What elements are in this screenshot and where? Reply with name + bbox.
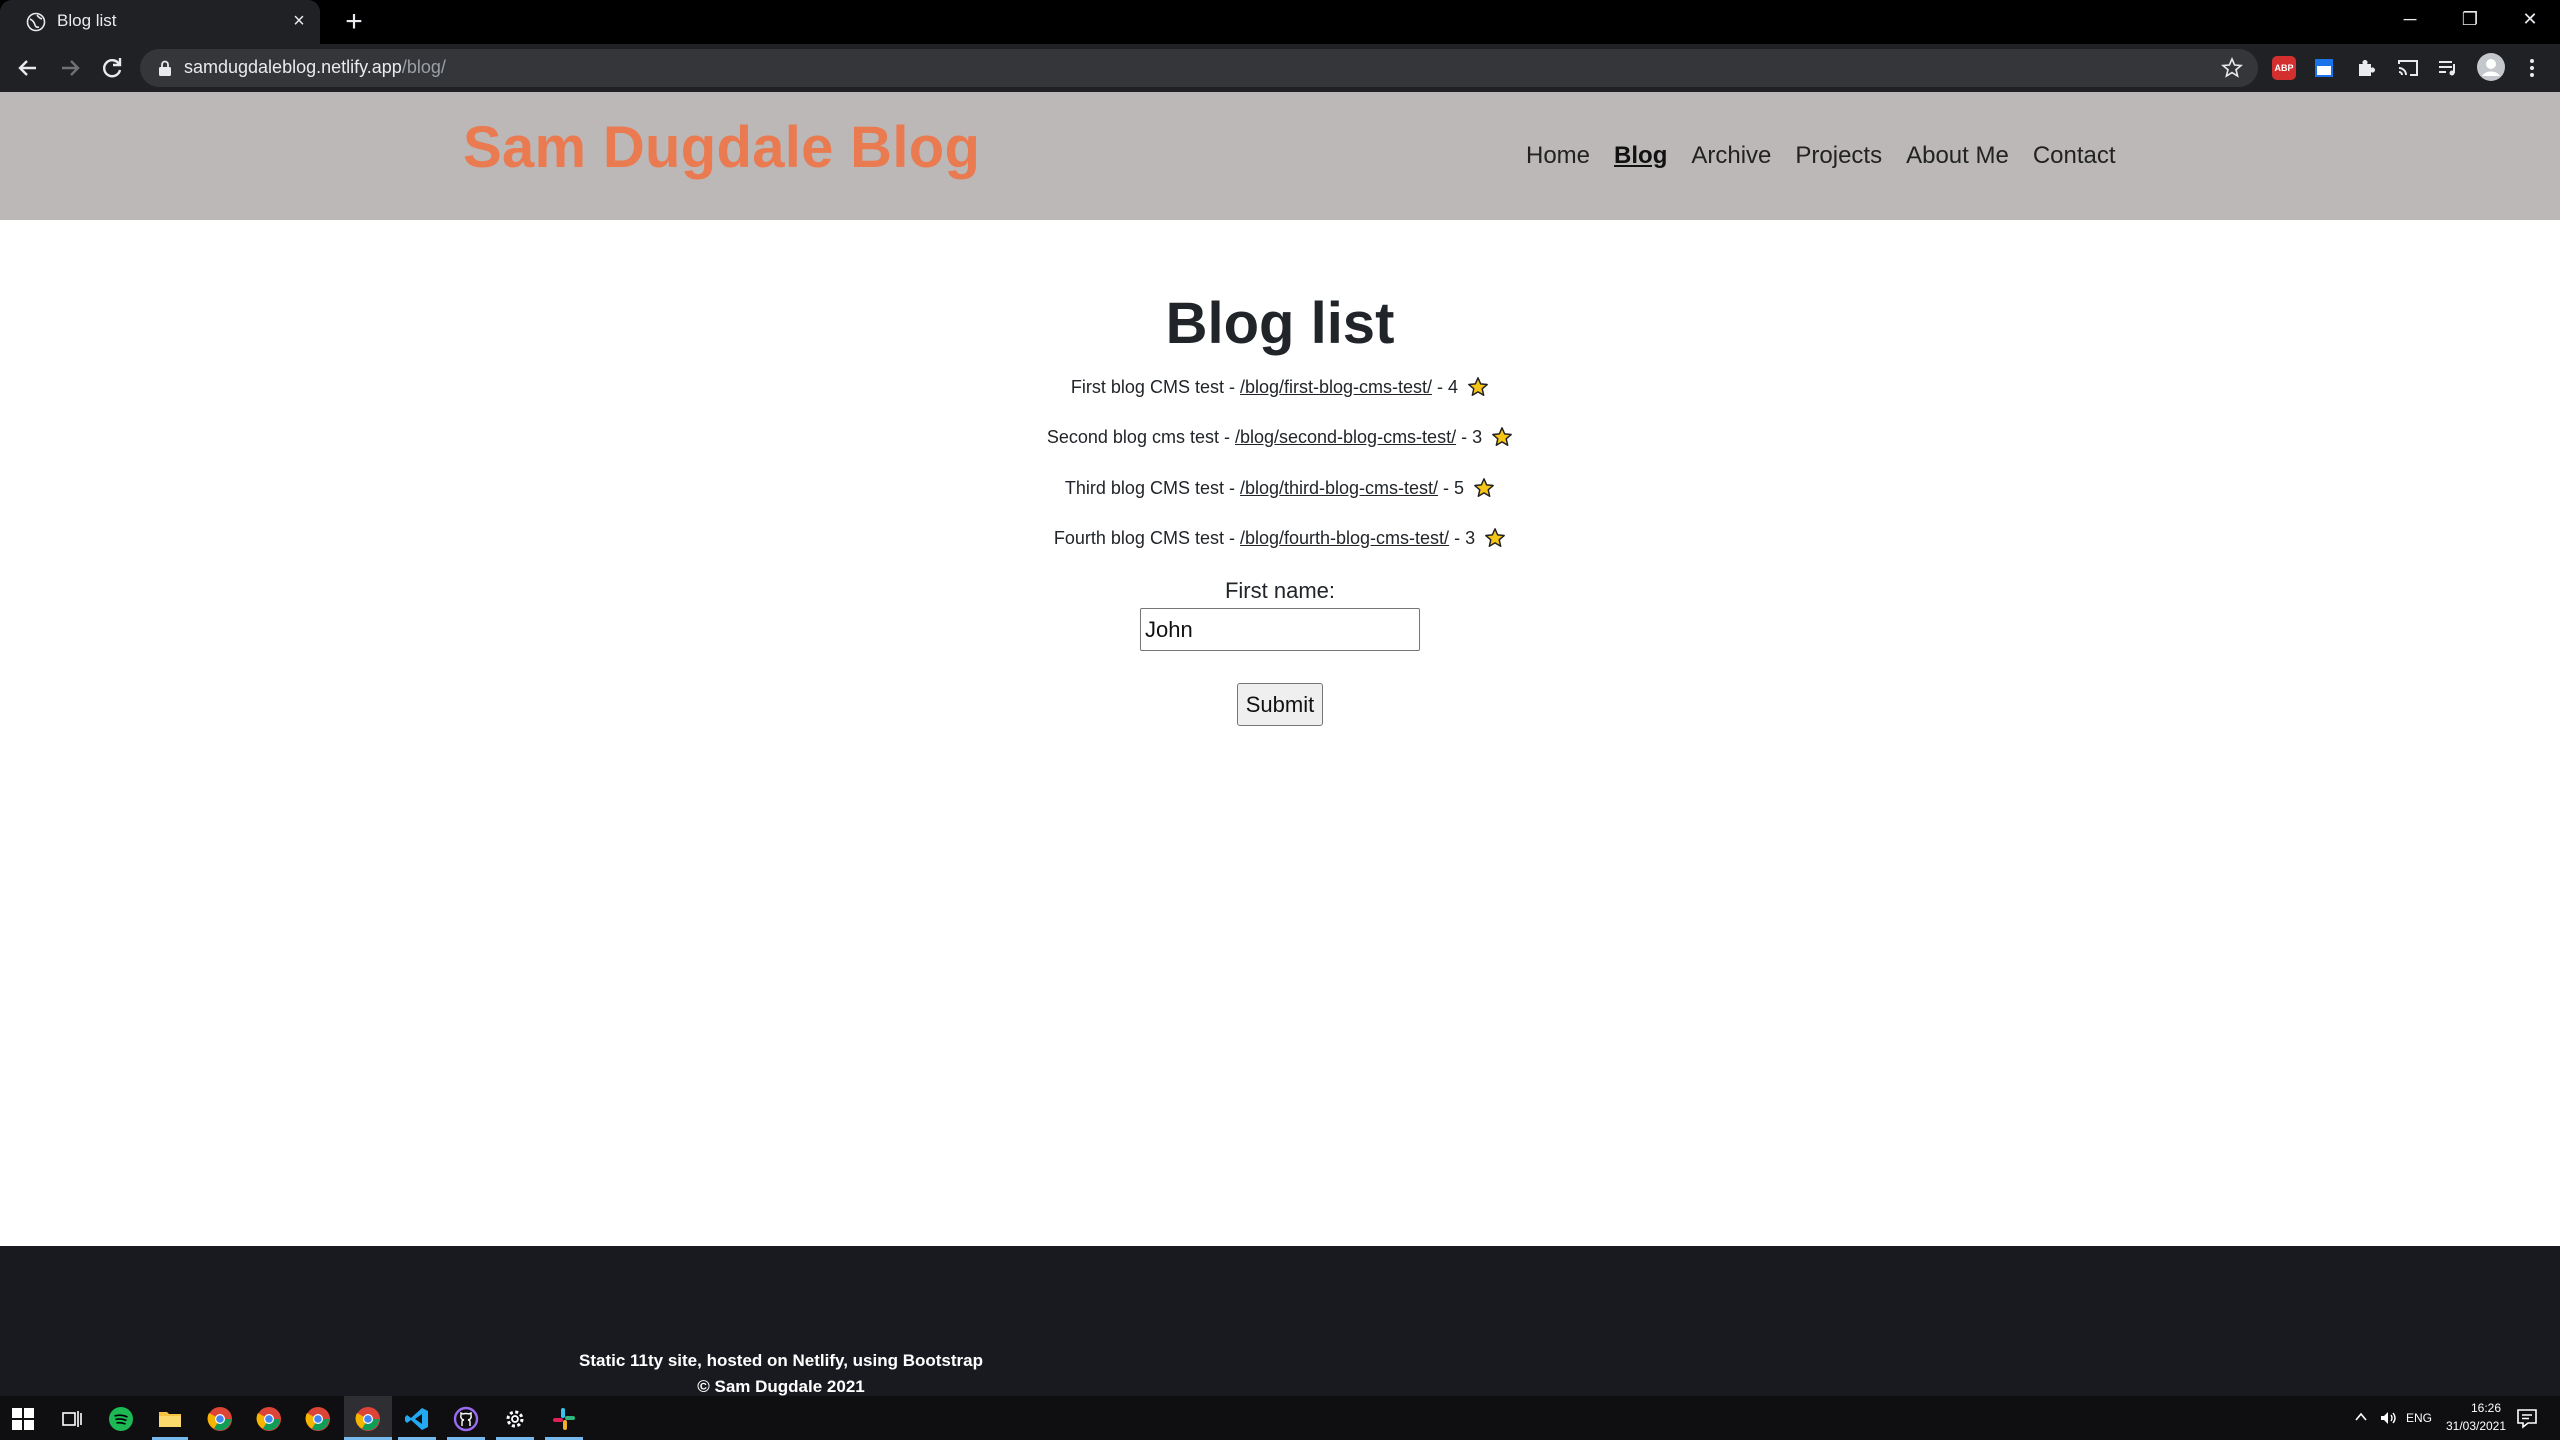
first-name-input[interactable] <box>1140 608 1420 651</box>
page-title: Blog list <box>1165 291 1395 356</box>
post-link[interactable]: /blog/fourth-blog-cms-test/ <box>1240 528 1449 548</box>
post-link[interactable]: /blog/second-blog-cms-test/ <box>1235 427 1456 447</box>
restore-window-icon[interactable]: ❐ <box>2440 0 2500 38</box>
footer-credits: Static 11ty site, hosted on Netlify, usi… <box>579 1351 983 1370</box>
footer-text: Static 11ty site, hosted on Netlify, usi… <box>531 1348 1031 1400</box>
star-icon <box>1474 478 1494 497</box>
adblock-extension-icon[interactable]: ABP <box>2272 56 2296 80</box>
nav-item-blog[interactable]: Blog <box>1614 142 1667 170</box>
url-host: samdugdaleblog.netlify.app <box>184 57 402 77</box>
chrome-icon[interactable] <box>355 1406 381 1432</box>
blog-post-item: Fourth blog CMS test - /blog/fourth-blog… <box>0 527 2560 549</box>
browser-toolbar: samdugdaleblog.netlify.app/blog/ ABP <box>0 44 2560 92</box>
browser-tab[interactable]: Blog list × <box>0 0 320 44</box>
url-path: /blog/ <box>401 57 446 77</box>
blog-post-item: First blog CMS test - /blog/first-blog-c… <box>0 376 2560 398</box>
site-header: Sam Dugdale Blog Home Blog Archive Proje… <box>0 92 2560 220</box>
close-window-icon[interactable]: ✕ <box>2500 0 2560 38</box>
post-title: Third blog CMS test <box>1064 478 1224 498</box>
first-name-form: First name: Submit <box>0 578 2560 726</box>
star-icon <box>1468 377 1488 396</box>
profile-avatar-icon[interactable] <box>2476 52 2506 82</box>
post-separator: - <box>1438 478 1455 498</box>
notifications-icon[interactable] <box>2516 1407 2538 1429</box>
post-separator: - <box>1223 528 1240 548</box>
browser-menu-icon[interactable] <box>2520 56 2544 80</box>
spotify-icon[interactable] <box>108 1406 134 1432</box>
globe-icon <box>26 12 46 32</box>
post-link[interactable]: /blog/first-blog-cms-test/ <box>1240 377 1432 397</box>
nav-item-contact[interactable]: Contact <box>2033 142 2116 170</box>
extension-window-icon[interactable] <box>2312 56 2336 80</box>
post-rating: 4 <box>1448 377 1459 397</box>
post-title: First blog CMS test <box>1070 377 1224 397</box>
star-icon <box>1492 427 1513 446</box>
lock-icon[interactable] <box>158 60 172 76</box>
windows-start-icon[interactable] <box>12 1408 34 1430</box>
site-brand-link[interactable]: Sam Dugdale Blog <box>463 114 980 181</box>
clock-time[interactable]: 16:26 <box>2456 1401 2516 1415</box>
blog-post-item: Second blog cms test - /blog/second-blog… <box>0 426 2560 448</box>
tab-close-icon[interactable]: × <box>288 10 310 32</box>
clock-date[interactable]: 31/03/2021 <box>2436 1419 2516 1433</box>
bookmark-star-icon[interactable] <box>2220 56 2244 80</box>
file-explorer-icon[interactable] <box>157 1406 183 1432</box>
nav-item-projects[interactable]: Projects <box>1795 142 1882 170</box>
slack-icon[interactable] <box>551 1406 577 1432</box>
blog-post-item: Third blog CMS test - /blog/third-blog-c… <box>0 477 2560 499</box>
main-nav: Home Blog Archive Projects About Me Cont… <box>1526 142 2116 170</box>
settings-gear-icon[interactable] <box>502 1406 528 1432</box>
extensions-puzzle-icon[interactable] <box>2354 56 2378 80</box>
tab-title: Blog list <box>57 11 117 30</box>
post-title: Second blog cms test <box>1046 427 1219 447</box>
address-bar[interactable]: samdugdaleblog.netlify.app/blog/ <box>140 49 2258 87</box>
github-desktop-icon[interactable] <box>453 1406 479 1432</box>
post-separator: - <box>1432 377 1449 397</box>
browser-tab-strip: Blog list × + ─ ❐ ✕ <box>0 0 2560 44</box>
post-rating: 3 <box>1472 427 1483 447</box>
address-url[interactable]: samdugdaleblog.netlify.app/blog/ <box>184 57 446 78</box>
nav-item-home[interactable]: Home <box>1526 142 1590 170</box>
post-title: Fourth blog CMS test <box>1053 528 1224 548</box>
first-name-label: First name: <box>1224 578 1336 603</box>
post-rating: 5 <box>1454 478 1465 498</box>
language-indicator[interactable]: ENG <box>2406 1411 2432 1425</box>
post-separator: - <box>1456 427 1473 447</box>
post-separator: - <box>1449 528 1466 548</box>
windows-taskbar: ENG 16:26 31/03/2021 <box>0 1396 2560 1440</box>
show-hidden-icons-chevron-icon[interactable] <box>2354 1410 2368 1424</box>
post-separator: - <box>1223 377 1240 397</box>
minimize-window-icon[interactable]: ─ <box>2380 0 2440 38</box>
post-link[interactable]: /blog/third-blog-cms-test/ <box>1240 478 1438 498</box>
post-separator: - <box>1218 427 1235 447</box>
chrome-icon[interactable] <box>207 1406 233 1432</box>
task-view-icon[interactable] <box>58 1406 84 1432</box>
nav-item-about-me[interactable]: About Me <box>1906 142 2009 170</box>
vscode-icon[interactable] <box>404 1406 430 1432</box>
media-queue-icon[interactable] <box>2436 56 2460 80</box>
chrome-icon[interactable] <box>256 1406 282 1432</box>
post-rating: 3 <box>1465 528 1476 548</box>
volume-icon[interactable] <box>2378 1408 2398 1428</box>
back-arrow-icon[interactable] <box>12 52 44 84</box>
new-tab-button[interactable]: + <box>338 6 370 38</box>
cast-icon[interactable] <box>2396 56 2420 80</box>
submit-button[interactable]: Submit <box>1236 683 1324 726</box>
post-separator: - <box>1223 478 1240 498</box>
reload-icon[interactable] <box>96 52 128 84</box>
site-footer: Static 11ty site, hosted on Netlify, usi… <box>0 1246 2560 1396</box>
star-icon <box>1485 528 1505 547</box>
forward-arrow-icon[interactable] <box>54 52 86 84</box>
nav-item-archive[interactable]: Archive <box>1691 142 1771 170</box>
chrome-icon[interactable] <box>305 1406 331 1432</box>
